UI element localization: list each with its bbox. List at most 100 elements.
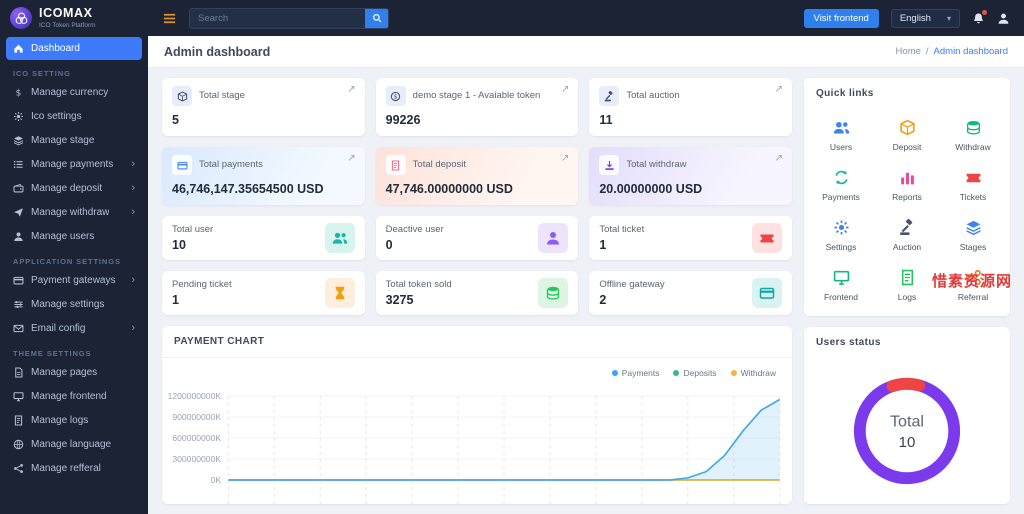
quick-link-payments[interactable]: Payments — [808, 167, 874, 202]
legend-dot — [673, 370, 680, 376]
stat-card-deactive-user: Deactive user 0 — [375, 216, 579, 260]
svg-text:1200000000K: 1200000000K — [168, 391, 222, 401]
sidebar-item-manage-currency[interactable]: $ Manage currency — [6, 81, 142, 104]
sidebar-item-manage-deposit[interactable]: Manage deposit › — [6, 177, 142, 200]
open-link-arrow-icon[interactable]: ↗ — [775, 84, 783, 95]
stat-value: 1 — [172, 293, 179, 307]
gavel-icon — [897, 217, 917, 237]
send-icon — [13, 207, 24, 218]
chevron-down-icon: ▾ — [946, 13, 951, 23]
layers-icon — [963, 217, 983, 237]
sidebar-item-manage-pages[interactable]: Manage pages — [6, 361, 142, 384]
stat-label: demo stage 1 - Avaiable token — [412, 89, 541, 101]
legend-item-payments[interactable]: Payments — [611, 368, 659, 378]
quick-link-stages[interactable]: Stages — [940, 217, 1006, 252]
language-label: English — [899, 12, 931, 24]
user-icon — [538, 223, 569, 253]
quick-link-label: Withdraw — [955, 142, 991, 152]
search-button[interactable] — [365, 8, 388, 28]
breadcrumb-separator: / — [925, 46, 929, 57]
page-title: Admin dashboard — [164, 44, 271, 59]
sidebar-item-manage-settings[interactable]: Manage settings — [6, 293, 142, 316]
cycle-icon — [831, 167, 851, 187]
open-link-arrow-icon[interactable]: ↗ — [347, 153, 355, 164]
user-profile-icon[interactable] — [997, 12, 1010, 25]
download-icon — [599, 155, 620, 175]
quick-link-frontend[interactable]: Frontend — [808, 267, 874, 302]
legend-item-withdraw[interactable]: Withdraw — [730, 368, 776, 378]
open-link-arrow-icon[interactable]: ↗ — [775, 153, 783, 164]
open-link-arrow-icon[interactable]: ↗ — [561, 84, 569, 95]
quick-link-label: Referral — [957, 292, 989, 302]
sidebar-item-email-config[interactable]: Email config › — [6, 317, 142, 340]
sidebar-item-manage-stage[interactable]: Manage stage — [6, 129, 142, 152]
stat-card-demo-stage-1-avaiable-token: ↗ $ demo stage 1 - Avaiable token 99226 — [375, 78, 579, 136]
language-select[interactable]: English ▾ — [890, 8, 960, 28]
sidebar-item-ico-settings[interactable]: Ico settings — [6, 105, 142, 128]
box-icon — [897, 117, 917, 137]
search-input[interactable] — [190, 8, 365, 28]
sidebar-item-label: Manage withdraw — [31, 207, 110, 218]
stat-label: Offline gateway — [599, 279, 665, 290]
chevron-right-icon: › — [131, 182, 135, 194]
quick-link-label: Logs — [897, 292, 917, 302]
stat-card-total-withdraw: ↗ Total withdraw 20.00000000 USD — [589, 147, 792, 205]
sidebar-item-manage-withdraw[interactable]: Manage withdraw › — [6, 201, 142, 224]
legend-item-deposits[interactable]: Deposits — [673, 368, 717, 378]
ticket-icon — [752, 223, 782, 253]
app-tagline: ICO Token Platform — [39, 21, 96, 29]
quick-link-referral[interactable]: Referral — [940, 267, 1006, 302]
mail-icon — [13, 323, 24, 334]
stats-row-4: Pending ticket 1 Total token sold 3275 Offli… — [162, 271, 792, 315]
quick-link-label: Settings — [825, 242, 857, 252]
notifications-bell-icon[interactable] — [972, 9, 987, 25]
quick-link-auction[interactable]: Auction — [874, 217, 940, 252]
monitor-icon — [831, 267, 851, 287]
quick-link-label: Stages — [959, 242, 987, 252]
users-status-panel: Users status Total 10 — [804, 327, 1010, 504]
stat-card-total-user: Total user 10 — [162, 216, 365, 260]
quick-link-label: Deposit — [892, 142, 922, 152]
quick-links-panel: Quick links Users Deposit Withdraw Payments… — [804, 78, 1010, 316]
sidebar-item-manage-language[interactable]: Manage language — [6, 433, 142, 456]
sidebar-section-application-settings: APPLICATION SETTINGS — [13, 257, 121, 266]
sidebar-item-label: Manage logs — [31, 415, 89, 426]
card-icon — [172, 155, 192, 175]
box-icon — [172, 86, 192, 106]
sidebar-item-manage-users[interactable]: Manage users — [6, 225, 142, 248]
notification-badge — [982, 9, 987, 15]
quick-link-users[interactable]: Users — [808, 117, 874, 152]
sidebar-item-payment-gateways[interactable]: Payment gateways › — [6, 269, 142, 292]
quick-link-reports[interactable]: Reports — [874, 167, 940, 202]
legend-dot — [611, 370, 618, 376]
sidebar-item-manage-logs[interactable]: Manage logs — [6, 409, 142, 432]
chevron-right-icon: › — [131, 274, 135, 286]
sidebar-item-dashboard[interactable]: Dashboard — [6, 37, 142, 60]
hamburger-menu-icon[interactable] — [162, 11, 177, 26]
stats-row-2: ↗ Total payments 46,746,147.35654500 USD ↗ T… — [162, 147, 792, 205]
topbar: Visit frontend English ▾ — [148, 0, 1024, 36]
coin-icon: $ — [385, 86, 406, 106]
quick-link-withdraw[interactable]: Withdraw — [940, 117, 1006, 152]
sidebar-item-label: Manage settings — [31, 299, 105, 310]
quick-link-logs[interactable]: Logs — [874, 267, 940, 302]
sidebar-item-manage-frontend[interactable]: Manage frontend — [6, 385, 142, 408]
app-logo[interactable]: ICOMAX ICO Token Platform — [0, 0, 148, 36]
sidebar-item-manage-payments[interactable]: Manage payments › — [6, 153, 142, 176]
stat-label: Total ticket — [599, 224, 645, 235]
quick-link-settings[interactable]: Settings — [808, 217, 874, 252]
sidebar-item-manage-refferal[interactable]: Manage refferal — [6, 457, 142, 480]
sidebar-item-label: Payment gateways — [31, 275, 116, 286]
visit-frontend-button[interactable]: Visit frontend — [803, 8, 879, 28]
doc-icon — [385, 155, 406, 175]
stat-value: 46,746,147.35654500 USD — [172, 182, 324, 196]
open-link-arrow-icon[interactable]: ↗ — [561, 153, 569, 164]
quick-link-deposit[interactable]: Deposit — [874, 117, 940, 152]
quick-link-label: Payments — [822, 192, 860, 202]
breadcrumb-home[interactable]: Home — [896, 46, 921, 57]
quick-link-tickets[interactable]: Tickets — [940, 167, 1006, 202]
open-link-arrow-icon[interactable]: ↗ — [347, 84, 355, 95]
chart-icon — [897, 167, 917, 187]
stat-label: Total stage — [199, 89, 245, 101]
stat-card-offline-gateway: Offline gateway 2 — [589, 271, 792, 315]
